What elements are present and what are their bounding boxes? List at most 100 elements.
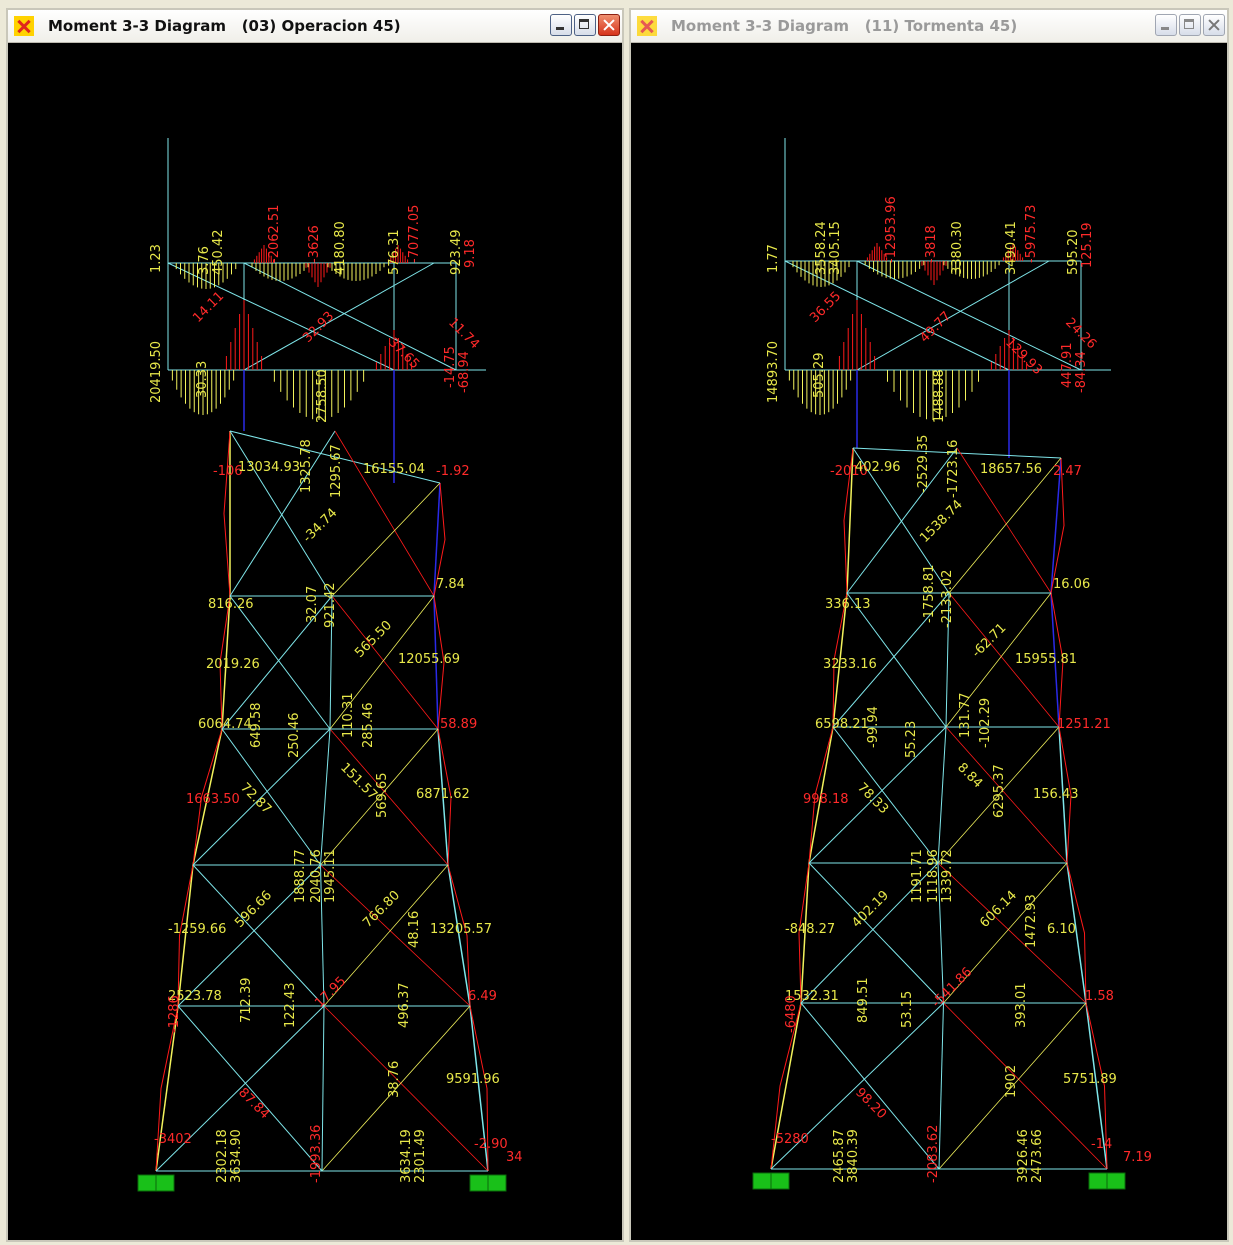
brace-line [832, 726, 939, 864]
moment-value-label: 98.20 [852, 1085, 889, 1122]
moment-value-label: -3402 [154, 1132, 192, 1147]
moment-value-label: 122.43 [283, 983, 298, 1029]
brace-line [334, 430, 435, 597]
moment-diagram-canvas[interactable]: 1.77 3558.24 3405.15 -12953.96 3380.30 -3818 3… [631, 43, 1227, 1240]
moment-value-label: 1538.74 [917, 497, 966, 546]
moment-value-label: 3840.39 [846, 1129, 861, 1183]
moment-value-label: 14.11 [190, 289, 227, 326]
moment-value-label: 37.65 [385, 335, 422, 372]
moment-value-label: 53.15 [900, 991, 915, 1028]
moment-value-label: 2302.18 [215, 1129, 230, 1183]
brace-line [948, 457, 1062, 594]
moment-value-label: 18657.56 [980, 462, 1042, 477]
app-icon[interactable] [637, 16, 657, 36]
moment-value-label: -541.86 [929, 965, 975, 1011]
moment-value-label: 16155.04 [363, 462, 425, 477]
moment-value-label: 393.01 [1014, 983, 1029, 1029]
moment-value-label: 32.07 [305, 586, 320, 623]
window-controls [550, 14, 620, 38]
moment-value-label: 30.33 [195, 361, 210, 398]
window-titlebar[interactable]: Moment 3-3 Diagram (11) Tormenta 45) [631, 10, 1227, 43]
moment-value-label: 595.20 [1066, 230, 1081, 276]
moment-value-label: 3380.30 [950, 221, 965, 275]
moment-value-label: -99.94 [866, 706, 881, 748]
moment-value-label: -2529.35 [916, 435, 931, 493]
moment-value-label: 2758.50 [315, 369, 330, 423]
moment-value-label: -5280 [771, 1132, 809, 1147]
moment-value-label: 1325.78 [299, 439, 314, 493]
moment-value-label: -2083.62 [926, 1125, 941, 1183]
moment-value-label: 15955.81 [1015, 652, 1077, 667]
moment-value-label: 3405.15 [828, 221, 843, 275]
moment-value-label: 766.80 [360, 888, 403, 931]
moment-value-label: -14.75 [443, 346, 458, 388]
app-icon[interactable] [14, 16, 34, 36]
moment-value-label: 998.18 [803, 792, 849, 807]
window-titlebar[interactable]: Moment 3-3 Diagram (03) Operacion 45) [8, 10, 622, 43]
moment-value-label: 250.46 [287, 713, 302, 759]
moment-value-label: 1.23 [149, 244, 164, 273]
moment-value-label: -62.71 [969, 621, 1009, 661]
moment-value-label: 816.26 [208, 597, 254, 612]
moment-value-label: 1251.21 [1057, 717, 1111, 732]
diagram-window-operacion[interactable]: Moment 3-3 Diagram (03) Operacion 45) 1.… [6, 8, 624, 1242]
moment-value-label: -12953.96 [884, 196, 899, 263]
moment-value-label: 402.96 [855, 460, 901, 475]
frame-moment-diagram[interactable]: 1.23 3.76 450.42 -2062.51 4180.80 -3626 576.31… [8, 43, 622, 1240]
moment-value-label: 1339.72 [940, 849, 955, 903]
moment-value-label: 3.76 [197, 246, 212, 275]
minimize-button[interactable] [1155, 14, 1177, 36]
diagram-window-tormenta[interactable]: Moment 3-3 Diagram (11) Tormenta 45) 1.7… [629, 8, 1229, 1242]
close-button[interactable] [1203, 14, 1225, 36]
frame-moment-diagram[interactable]: 1.77 3558.24 3405.15 -12953.96 3380.30 -3818 3… [631, 43, 1227, 1240]
moment-value-label: 14893.70 [766, 341, 781, 403]
moment-value-label: -1.92 [436, 464, 470, 479]
moment-value-label: 3634.90 [229, 1129, 244, 1183]
vertical-line [320, 728, 331, 866]
moment-value-label: 6.10 [1047, 922, 1076, 937]
moment-value-label: 12055.69 [398, 652, 460, 667]
moment-value-label: 48.16 [407, 911, 422, 948]
moment-value-label: 1118.96 [926, 849, 941, 903]
moment-value-label: 34 [506, 1150, 523, 1165]
moment-value-label: 3558.24 [814, 221, 829, 275]
moment-value-label: 1945.11 [323, 849, 338, 903]
moment-value-label: -102.29 [978, 698, 993, 748]
moment-value-label: -6480 [784, 995, 799, 1033]
moment-value-label: 7.19 [1123, 1150, 1152, 1165]
moment-value-label: 402.19 [849, 888, 892, 931]
moment-value-label: 2465.87 [832, 1129, 847, 1183]
moment-value-label: 6064.74 [198, 717, 252, 732]
maximize-button[interactable] [1179, 14, 1201, 36]
moment-value-label: 2.47 [1053, 464, 1082, 479]
moment-value-label: 151.57 [337, 760, 380, 803]
moment-value-label: 2040.76 [309, 849, 324, 903]
minimize-button[interactable] [550, 14, 572, 36]
moment-value-label: 13205.57 [430, 922, 492, 937]
moment-value-label: 9.18 [463, 239, 478, 268]
moment-value-label: 38.76 [387, 1061, 402, 1098]
moment-value-label: 921.42 [323, 583, 338, 629]
moment-value-label: 72.87 [237, 780, 274, 817]
moment-value-label: 596.66 [232, 888, 275, 931]
moment-value-label: 3926.46 [1016, 1129, 1031, 1183]
window-title: Moment 3-3 Diagram (03) Operacion 45) [48, 17, 401, 35]
moment-value-label: 712.39 [239, 978, 254, 1024]
moment-value-label: 20419.50 [149, 341, 164, 403]
moment-value-label: 1888.77 [293, 849, 308, 903]
moment-value-label: -3818 [924, 225, 939, 263]
moment-value-label: 447.91 [1060, 343, 1075, 389]
moment-diagram-canvas[interactable]: 1.23 3.76 450.42 -2062.51 4180.80 -3626 576.31… [8, 43, 622, 1240]
moment-value-label: -1758.81 [922, 565, 937, 623]
moment-value-label: 1472.93 [1024, 894, 1039, 948]
moment-value-label: 1191.71 [910, 849, 925, 903]
moment-value-label: 125.19 [1080, 223, 1095, 269]
close-button[interactable] [598, 14, 620, 36]
moment-value-label: -34.74 [300, 506, 340, 546]
moment-value-label: 2473.66 [1030, 1129, 1045, 1183]
moment-value-label: 9591.96 [446, 1072, 500, 1087]
vertical-line [937, 726, 947, 864]
moment-value-label: 450.42 [211, 230, 226, 276]
moment-value-label: 923.49 [449, 230, 464, 276]
maximize-button[interactable] [574, 14, 596, 36]
